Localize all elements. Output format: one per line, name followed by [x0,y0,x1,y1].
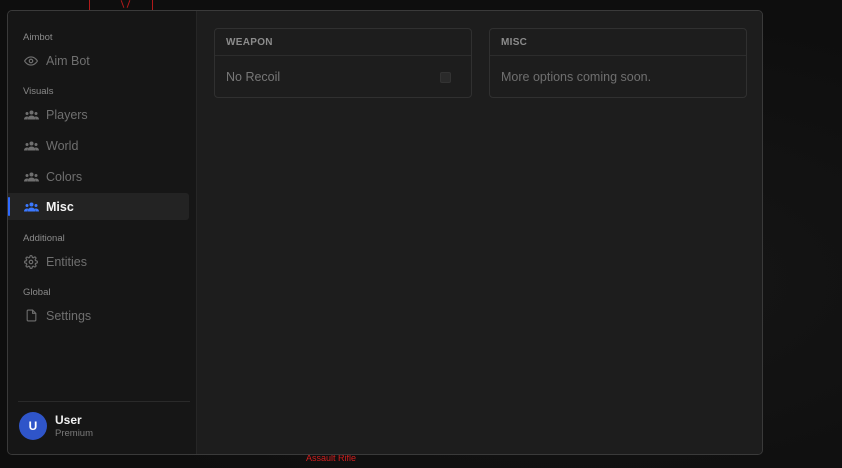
no-recoil-checkbox[interactable] [440,71,451,83]
sidebar-item-label: World [46,138,79,153]
esp-box-line [89,0,90,10]
main-content: WEAPON No Recoil MISC More options comin… [197,11,762,454]
users-icon [23,138,39,154]
option-row-no-recoil[interactable]: No Recoil [215,56,471,98]
file-icon [23,308,39,324]
misc-card: MISC More options coming soon. [489,28,747,98]
sidebar-item-label: Colors [46,169,83,184]
esp-box-line [152,0,153,10]
sidebar-item-label: Entities [46,254,87,269]
sidebar: Aimbot Aim Bot Visuals Players World Col… [8,11,197,454]
user-name: User [55,412,82,427]
sidebar-item-aim-bot[interactable]: Aim Bot [8,47,189,74]
menu-window: Aimbot Aim Bot Visuals Players World Col… [7,10,763,455]
card-title: MISC [490,29,746,56]
gear-icon [23,254,39,270]
sidebar-item-world[interactable]: World [8,132,189,159]
eye-icon [23,53,39,69]
weapon-card: WEAPON No Recoil [214,28,472,98]
sidebar-item-label: Players [46,107,88,122]
sidebar-item-players[interactable]: Players [8,101,189,128]
user-tier: Premium [55,427,94,439]
sidebar-item-settings[interactable]: Settings [8,302,189,329]
section-label-additional: Additional [23,233,65,244]
users-icon [23,199,39,215]
section-label-aimbot: Aimbot [23,32,53,43]
section-label-global: Global [23,287,51,298]
sidebar-divider [18,401,190,402]
sidebar-item-label: Aim Bot [46,53,90,68]
sidebar-item-misc[interactable]: Misc [8,193,189,220]
users-icon [23,107,39,123]
sidebar-item-label: Misc [46,199,74,214]
users-icon [23,169,39,185]
card-note: More options coming soon. [501,70,652,84]
sidebar-item-label: Settings [46,308,92,323]
card-title: WEAPON [215,29,471,56]
sidebar-item-entities[interactable]: Entities [8,248,189,275]
option-label: No Recoil [226,70,281,84]
sidebar-item-colors[interactable]: Colors [8,163,189,190]
section-label-visuals: Visuals [23,86,54,97]
avatar: U [19,412,47,440]
user-profile[interactable]: U User Premium [19,412,93,440]
